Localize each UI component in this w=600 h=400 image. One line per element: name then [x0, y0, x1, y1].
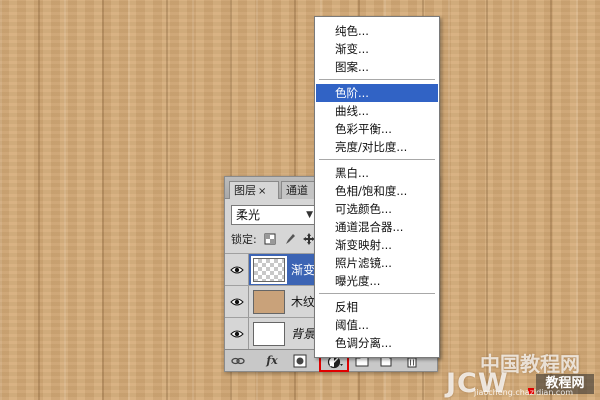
layer-thumbnail: [253, 258, 285, 282]
close-icon[interactable]: ×: [258, 186, 266, 197]
menu-item-curves[interactable]: 曲线...: [316, 102, 438, 120]
menu-item-threshold[interactable]: 阈值...: [316, 316, 438, 334]
fx-icon[interactable]: fx: [265, 354, 279, 368]
tab-channels-label: 通道: [286, 184, 308, 197]
tab-channels[interactable]: 通道: [281, 181, 317, 199]
menu-item-pattern[interactable]: 图案...: [316, 58, 438, 76]
visibility-toggle[interactable]: [225, 286, 249, 318]
menu-item-gradient[interactable]: 渐变...: [316, 40, 438, 58]
chevron-down-icon: ▼: [306, 210, 313, 220]
layer-thumbnail: [253, 322, 285, 346]
menu-item-brightness-contrast[interactable]: 亮度/对比度...: [316, 138, 438, 156]
menu-item-color-balance[interactable]: 色彩平衡...: [316, 120, 438, 138]
menu-item-hue-saturation[interactable]: 色相/饱和度...: [316, 182, 438, 200]
menu-item-solid-color[interactable]: 纯色...: [316, 22, 438, 40]
eye-icon: [230, 266, 244, 274]
menu-separator: [319, 293, 435, 294]
menu-item-photo-filter[interactable]: 照片滤镜...: [316, 254, 438, 272]
tab-layers[interactable]: 图层 ×: [229, 181, 279, 199]
layer-row-wood[interactable]: 木纹: [225, 285, 321, 318]
menu-item-gradient-map[interactable]: 渐变映射...: [316, 236, 438, 254]
blend-mode-select[interactable]: 柔光 ▼: [231, 205, 317, 225]
eye-icon: [230, 330, 244, 338]
menu-item-invert[interactable]: 反相: [316, 298, 438, 316]
visibility-toggle[interactable]: [225, 254, 249, 286]
adjustment-layer-menu: 纯色... 渐变... 图案... 色阶... 曲线... 色彩平衡... 亮度…: [314, 16, 440, 358]
blend-mode-value: 柔光: [236, 208, 261, 222]
mask-icon[interactable]: [293, 354, 307, 368]
link-icon[interactable]: [231, 354, 245, 368]
menu-separator: [319, 159, 435, 160]
menu-item-posterize[interactable]: 色调分离...: [316, 334, 438, 352]
menu-item-exposure[interactable]: 曝光度...: [316, 272, 438, 290]
layer-row-gradient[interactable]: 渐变: [225, 253, 321, 286]
menu-item-channel-mixer[interactable]: 通道混合器...: [316, 218, 438, 236]
tab-layers-label: 图层: [234, 184, 256, 197]
visibility-toggle[interactable]: [225, 318, 249, 350]
menu-item-levels[interactable]: 色阶...: [316, 84, 438, 102]
lock-row: 锁定:: [231, 231, 316, 249]
eye-icon: [230, 298, 244, 306]
layer-row-background[interactable]: 背景: [225, 317, 321, 350]
menu-item-black-white[interactable]: 黑白...: [316, 164, 438, 182]
menu-item-selective-color[interactable]: 可选颜色...: [316, 200, 438, 218]
layer-thumbnail: [253, 290, 285, 314]
menu-separator: [319, 79, 435, 80]
lock-brush-icon[interactable]: [284, 233, 296, 245]
lock-transparency-icon[interactable]: [264, 233, 276, 245]
watermark-url: jiaocheng.chazidian.com: [474, 388, 574, 397]
lock-label: 锁定:: [231, 233, 257, 246]
